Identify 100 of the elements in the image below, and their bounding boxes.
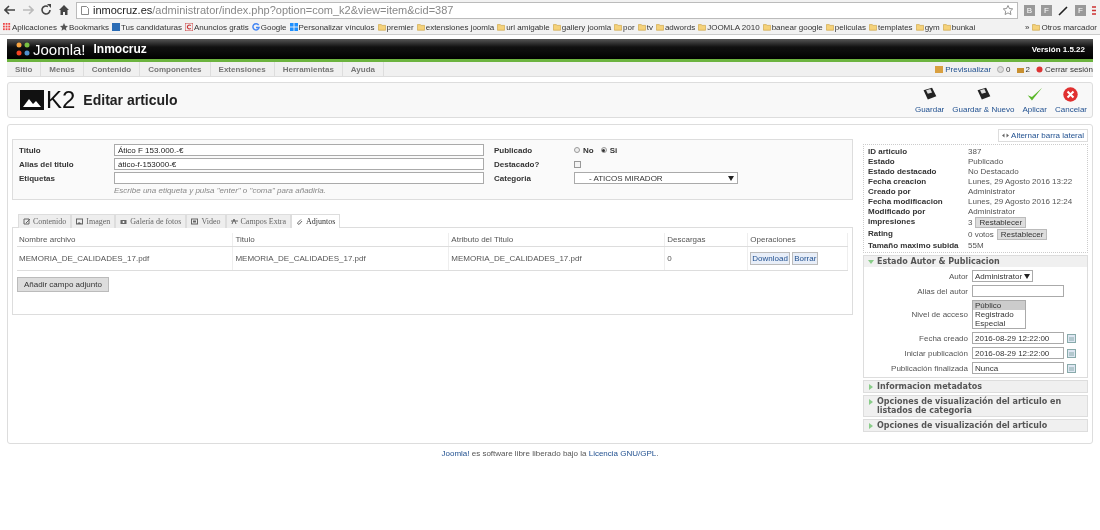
category-select[interactable]: - ATICOS MIRADOR	[574, 172, 738, 184]
bookmark[interactable]: peliculas	[825, 22, 866, 32]
access-level-listbox[interactable]: Público Registrado Especial	[972, 300, 1026, 329]
bookmark[interactable]: templates	[868, 22, 913, 32]
radio-button[interactable]	[600, 147, 607, 153]
power-icon	[1036, 65, 1043, 73]
panel-header[interactable]: Informacion metadatos	[864, 381, 1087, 392]
alias-field[interactable]: ático-f-153000-€	[114, 158, 484, 170]
bookmark[interactable]: banear google	[762, 22, 823, 32]
toolbar-button[interactable]: Aplicar	[1021, 86, 1048, 114]
paperclip-icon	[296, 218, 304, 225]
tab[interactable]: Galería de fotos	[115, 214, 187, 228]
input-field[interactable]	[972, 285, 1064, 297]
date-field[interactable]: Nunca	[972, 362, 1064, 374]
list-option[interactable]: Especial	[973, 319, 1025, 328]
bookmark[interactable]: gallery joomla	[552, 22, 612, 32]
bookmark[interactable]: adwords	[655, 22, 696, 32]
triangle-down-icon	[868, 259, 874, 265]
messages-count[interactable]: 0	[997, 64, 1011, 74]
info-label: Fecha creacion	[868, 177, 928, 186]
panel-header[interactable]: Estado Autor & Publicacion	[864, 256, 1087, 267]
star-outline-icon[interactable]	[1003, 5, 1013, 15]
tab[interactable]: Video	[186, 214, 226, 228]
list-option[interactable]: Público	[973, 301, 1025, 310]
bookmark[interactable]: tv	[637, 22, 653, 32]
bookmark[interactable]: Otros marcador	[1032, 22, 1097, 32]
calendar-icon[interactable]	[1067, 348, 1076, 358]
users-count[interactable]: 2	[1016, 64, 1030, 74]
bookmark[interactable]: JOOMLA 2010	[698, 22, 760, 32]
toolbar-button[interactable]: Guardar	[913, 86, 946, 114]
checkbox[interactable]	[574, 160, 581, 168]
folder-icon	[762, 23, 771, 31]
title-field[interactable]: Ático F 153.000.-€	[114, 144, 484, 156]
info-value: Administrator	[968, 207, 1016, 216]
table-cell: MEMORIA_DE_CALIDADES_17.pdf	[232, 246, 449, 271]
address-bar[interactable]: inmocruz.es/administrator/index.php?option=com_k2&view=item&cid=387	[76, 1, 1018, 19]
toggle-sidebar-button[interactable]: Alternar barra lateral	[998, 129, 1088, 142]
add-attachment-button[interactable]: Añadir campo adjunto	[17, 277, 109, 292]
logout-link[interactable]: Cerrar sesión	[1036, 64, 1093, 74]
bookmark[interactable]: extensiones joomla	[416, 22, 495, 32]
bookmark[interactable]: gym	[915, 22, 940, 32]
panel-header[interactable]: Opciones de visualización del articulo en listados de categoria	[864, 396, 1087, 416]
square-logo-icon	[111, 23, 120, 31]
menu-item[interactable]: Extensiones	[210, 62, 275, 76]
bookmark[interactable]: Bookmarks	[59, 22, 109, 32]
calendar-icon[interactable]	[1067, 363, 1076, 373]
field-label: Nivel de acceso	[910, 310, 968, 319]
folder-icon	[1032, 23, 1041, 31]
bookmark[interactable]: bunkai	[942, 22, 976, 32]
folder-icon	[497, 23, 506, 31]
info-label: Impresiones	[868, 217, 917, 228]
author-select[interactable]: Administrator	[972, 270, 1034, 282]
more-bookmarks-button[interactable]: »	[1024, 22, 1030, 32]
action-button[interactable]: Borrar	[792, 252, 819, 265]
bookmark[interactable]: premier	[377, 22, 414, 32]
menu-icon[interactable]	[1092, 4, 1096, 16]
menu-item[interactable]: Componentes	[140, 62, 211, 76]
tab[interactable]: Adjuntos	[291, 214, 341, 228]
tab[interactable]: Imagen	[71, 214, 116, 228]
bookmark[interactable]: Tus candidaturas	[111, 22, 182, 32]
letter-c-icon	[185, 23, 193, 31]
reset-button[interactable]: Restablecer	[996, 229, 1048, 240]
bookmark[interactable]: Google	[251, 22, 287, 32]
column-header: Atributo del Titulo	[448, 233, 665, 247]
toolbar-button[interactable]: Guardar & Nuevo	[951, 86, 1016, 114]
table-cell: 0	[664, 246, 748, 271]
menu-item[interactable]: Contenido	[83, 62, 141, 76]
field-label: Categoria	[494, 173, 532, 183]
calendar-icon[interactable]	[1067, 333, 1076, 343]
back-arrow-icon[interactable]	[4, 4, 16, 16]
pen-icon[interactable]	[1058, 4, 1069, 16]
menu-item[interactable]: Sitio	[7, 62, 42, 76]
panel-header[interactable]: Opciones de visualización del articulo	[864, 420, 1087, 431]
bookmark[interactable]: Personalizar vínculos	[289, 22, 375, 32]
menu-item[interactable]: Menús	[41, 62, 84, 76]
date-field[interactable]: 2016-08-29 12:22:00	[972, 347, 1064, 359]
bookmark[interactable]: Aplicaciones	[3, 22, 57, 32]
radio-button[interactable]	[574, 147, 580, 153]
action-button[interactable]: Download	[750, 252, 790, 265]
menu-item[interactable]: Herramientas	[274, 62, 343, 76]
home-icon[interactable]	[58, 4, 70, 16]
info-label: Estado destacado	[868, 167, 938, 176]
tab[interactable]: Contenido	[18, 214, 72, 228]
bookmark[interactable]: por	[614, 22, 635, 32]
tags-field[interactable]	[114, 172, 484, 184]
toolbar-button[interactable]: Cancelar	[1054, 86, 1088, 114]
table-cell: MEMORIA_DE_CALIDADES_17.pdf	[17, 246, 233, 271]
version-label: Versión 1.5.22	[1031, 44, 1085, 54]
reset-button[interactable]: Restablecer	[975, 217, 1027, 228]
folder-icon	[868, 23, 877, 31]
date-field[interactable]: 2016-08-29 12:22:00	[972, 332, 1064, 344]
footer-link[interactable]: Joomla!	[441, 449, 470, 458]
tab[interactable]: Campos Extra	[225, 214, 292, 228]
bookmark[interactable]: url amigable	[497, 22, 550, 32]
forward-arrow-icon[interactable]	[22, 4, 34, 16]
menu-item[interactable]: Ayuda	[342, 62, 384, 76]
reload-icon[interactable]	[40, 4, 52, 16]
bookmark[interactable]: Anuncios gratis	[185, 22, 249, 32]
list-option[interactable]: Registrado	[973, 310, 1025, 319]
preview-link[interactable]: Previsualizar	[935, 64, 992, 74]
